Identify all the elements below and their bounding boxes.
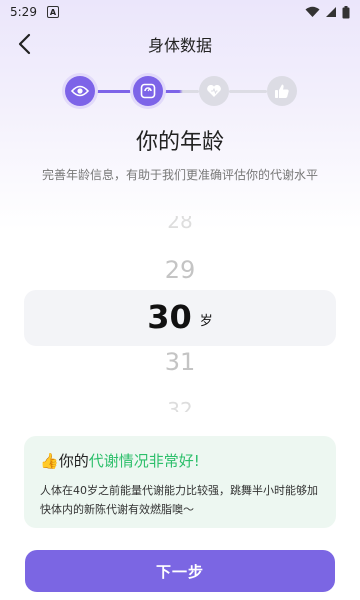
- next-step-button[interactable]: 下一步: [25, 550, 335, 592]
- metabolism-info-card: 👍 你的 代谢情况非常好! 人体在40岁之前能量代谢能力比较强，跳舞半小时能够加快体…: [24, 436, 336, 528]
- thumbs-up-emoji-icon: 👍: [40, 451, 59, 470]
- heart-icon: [207, 84, 221, 97]
- step-line-1: [95, 90, 131, 93]
- notification-icon: A: [46, 6, 59, 18]
- thumbs-up-icon: [275, 84, 289, 98]
- age-option-32[interactable]: 32: [0, 398, 360, 412]
- battery-icon: [342, 5, 350, 18]
- status-time: 5:29: [10, 5, 37, 19]
- page-subtitle: 完善年龄信息，有助于我们更准确评估你的代谢水平: [41, 168, 318, 182]
- step-4: [267, 76, 297, 106]
- page-title: 你的年龄: [135, 130, 224, 155]
- app-header: 身体数据: [0, 26, 360, 62]
- selected-age-value: 30: [147, 298, 192, 336]
- step-3: [199, 76, 229, 106]
- signal-icon: [326, 7, 336, 17]
- status-icons: [305, 5, 350, 19]
- scale-icon: [140, 83, 156, 99]
- step-line-3: [229, 90, 267, 93]
- step-1: [65, 76, 95, 106]
- eye-icon: [71, 85, 89, 97]
- info-body: 人体在40岁之前能量代谢能力比较强，跳舞半小时能够加快体内的新陈代谢有效燃脂噢～: [40, 484, 318, 516]
- progress-steps: [0, 74, 360, 108]
- page-header-title: 身体数据: [147, 36, 212, 55]
- age-option-selected[interactable]: 30 岁: [0, 298, 360, 336]
- info-heading-prefix: 你的: [58, 452, 89, 470]
- age-option-28[interactable]: 28: [0, 216, 360, 236]
- age-option-29[interactable]: 29: [0, 256, 360, 284]
- wifi-icon: [305, 6, 320, 17]
- info-heading-highlight: 代谢情况非常好!: [88, 452, 200, 470]
- age-option-31[interactable]: 31: [0, 348, 360, 376]
- status-bar: 5:29 A: [0, 0, 360, 24]
- info-heading: 👍 你的 代谢情况非常好!: [40, 450, 320, 471]
- age-unit: 岁: [199, 313, 213, 329]
- back-button[interactable]: [6, 26, 42, 62]
- step-line-2: [163, 90, 199, 93]
- chevron-left-icon: [18, 33, 31, 55]
- step-2: [133, 76, 163, 106]
